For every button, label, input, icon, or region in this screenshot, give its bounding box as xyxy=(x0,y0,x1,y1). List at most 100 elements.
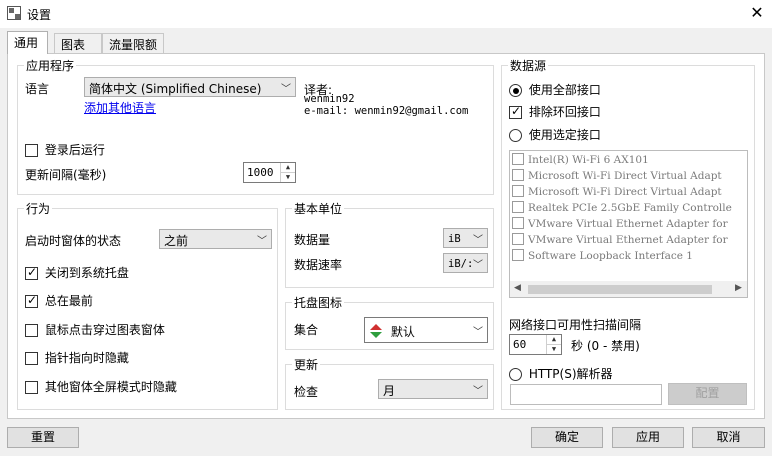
up-down-arrows-icon xyxy=(369,324,383,338)
update-check-label: 检查 xyxy=(294,385,319,399)
interface-list-scrollbar[interactable]: ◀ ▶ xyxy=(510,281,747,297)
apply-button[interactable]: 应用 xyxy=(612,427,684,448)
scrollbar-thumb[interactable] xyxy=(528,285,712,294)
rate-unit-value: iB/: xyxy=(448,258,474,270)
title-bar xyxy=(0,0,772,28)
click-through-checkbox[interactable] xyxy=(25,324,38,337)
update-interval-spinner[interactable]: 1000 ▲ ▼ xyxy=(243,162,296,183)
spin-up-icon[interactable]: ▲ xyxy=(281,163,295,173)
tab-chart[interactable]: 图表 xyxy=(54,33,102,53)
scroll-left-icon[interactable]: ◀ xyxy=(514,283,521,293)
interface-name: VMware Virtual Ethernet Adapter for xyxy=(528,218,728,230)
spin-down-icon[interactable]: ▼ xyxy=(281,173,295,183)
translator-name: wenmin92 xyxy=(304,93,355,105)
interface-checkbox[interactable] xyxy=(512,233,524,245)
add-language-link[interactable]: 添加其他语言 xyxy=(84,99,156,116)
group-title: 更新 xyxy=(292,356,321,373)
scan-interval-hint: 秒 (0 - 禁用) xyxy=(571,339,640,353)
exclude-loopback-label: 排除环回接口 xyxy=(528,105,601,119)
tray-set-select[interactable]: 默认 ﹀ xyxy=(364,317,488,343)
language-label: 语言 xyxy=(25,82,50,96)
startup-state-select[interactable]: 之前 ﹀ xyxy=(159,229,272,249)
close-icon[interactable]: ✕ xyxy=(745,1,769,25)
http-parser-input[interactable] xyxy=(510,384,662,405)
behavior-option-close-to-tray[interactable]: 关闭到系统托盘 xyxy=(25,264,129,281)
group-title: 数据源 xyxy=(508,57,549,74)
interface-checkbox[interactable] xyxy=(512,201,524,213)
group-units: 基本单位 xyxy=(285,200,494,288)
list-item[interactable]: VMware Virtual Ethernet Adapter for xyxy=(512,217,728,233)
interface-checkbox[interactable] xyxy=(512,217,524,229)
always-on-top-label: 总在最前 xyxy=(44,294,93,308)
use-all-interfaces-option[interactable]: 使用全部接口 xyxy=(509,81,601,98)
tab-general[interactable]: 通用 xyxy=(7,31,48,54)
ok-button[interactable]: 确定 xyxy=(531,427,603,448)
tray-set-label: 集合 xyxy=(294,323,319,337)
use-selected-radio[interactable] xyxy=(509,129,522,142)
interface-checkbox[interactable] xyxy=(512,169,524,181)
interface-list[interactable]: Intel(R) Wi-Fi 6 AX101 Microsoft Wi-Fi D… xyxy=(509,150,748,298)
use-selected-interfaces-option[interactable]: 使用选定接口 xyxy=(509,126,601,143)
behavior-option-click-through[interactable]: 鼠标点击穿过图表窗体 xyxy=(25,321,165,338)
rate-unit-select[interactable]: iB/: ﹀ xyxy=(443,253,488,273)
interface-name: Microsoft Wi-Fi Direct Virtual Adapt xyxy=(528,170,722,182)
run-on-login-checkbox[interactable] xyxy=(25,144,38,157)
app-icon xyxy=(7,6,21,20)
list-item[interactable]: VMware Virtual Ethernet Adapter for xyxy=(512,233,728,249)
behavior-option-hide-on-hover[interactable]: 指针指向时隐藏 xyxy=(25,349,129,366)
translator-email: e-mail: wenmin92@gmail.com xyxy=(304,105,469,117)
reset-button[interactable]: 重置 xyxy=(7,427,79,448)
scroll-right-icon[interactable]: ▶ xyxy=(735,283,742,293)
chevron-down-icon: ﹀ xyxy=(473,235,483,246)
tab-traffic-limit[interactable]: 流量限额 xyxy=(102,33,164,53)
list-item[interactable]: Intel(R) Wi-Fi 6 AX101 xyxy=(512,153,649,169)
behavior-option-always-on-top[interactable]: 总在最前 xyxy=(25,292,93,309)
chevron-down-icon: ﹀ xyxy=(257,236,267,247)
rate-unit-label: 数据速率 xyxy=(294,258,343,272)
list-item[interactable]: Realtek PCIe 2.5GbE Family Controlle xyxy=(512,201,732,217)
close-to-tray-checkbox[interactable] xyxy=(25,265,38,280)
update-check-select[interactable]: 月 ﹀ xyxy=(378,379,488,399)
interface-name: Software Loopback Interface 1 xyxy=(528,250,693,262)
hide-fullscreen-label: 其他窗体全屏模式时隐藏 xyxy=(44,380,177,394)
startup-state-value: 之前 xyxy=(164,234,189,248)
list-item[interactable]: Software Loopback Interface 1 xyxy=(512,249,693,265)
hide-fullscreen-checkbox[interactable] xyxy=(25,381,38,394)
always-on-top-checkbox[interactable] xyxy=(25,293,38,308)
list-item[interactable]: Microsoft Wi-Fi Direct Virtual Adapt xyxy=(512,169,722,185)
exclude-loopback-option[interactable]: 排除环回接口 xyxy=(509,103,601,120)
update-check-value: 月 xyxy=(383,384,396,398)
interface-checkbox[interactable] xyxy=(512,249,524,261)
window-title: 设置 xyxy=(27,8,52,22)
spinner-buttons: ▲ ▼ xyxy=(280,163,295,182)
configure-button[interactable]: 配置 xyxy=(668,383,747,405)
update-interval-value: 1000 xyxy=(247,166,274,179)
close-to-tray-label: 关闭到系统托盘 xyxy=(44,266,129,280)
hide-on-hover-label: 指针指向时隐藏 xyxy=(44,351,129,365)
language-select[interactable]: 简体中文 (Simplified Chinese) ﹀ xyxy=(84,77,296,97)
startup-state-label: 启动时窗体的状态 xyxy=(25,234,122,248)
exclude-loopback-checkbox[interactable] xyxy=(509,104,522,119)
chevron-down-icon: ﹀ xyxy=(473,327,483,338)
behavior-option-hide-fullscreen[interactable]: 其他窗体全屏模式时隐藏 xyxy=(25,378,177,395)
spin-down-icon[interactable]: ▼ xyxy=(547,345,561,355)
data-unit-select[interactable]: iB ﹀ xyxy=(443,228,488,248)
use-all-label: 使用全部接口 xyxy=(528,83,601,97)
scan-interval-spinner[interactable]: 60 ▲ ▼ xyxy=(509,334,562,355)
scan-interval-value: 60 xyxy=(513,338,527,351)
interface-name: Microsoft Wi-Fi Direct Virtual Adapt xyxy=(528,186,722,198)
list-item[interactable]: Microsoft Wi-Fi Direct Virtual Adapt xyxy=(512,185,722,201)
http-parser-option[interactable]: HTTP(S)解析器 xyxy=(509,365,613,382)
cancel-button[interactable]: 取消 xyxy=(692,427,765,448)
hide-on-hover-checkbox[interactable] xyxy=(25,352,38,365)
use-all-radio[interactable] xyxy=(509,84,522,97)
tray-set-value: 默认 xyxy=(390,325,415,339)
run-on-login-option[interactable]: 登录后运行 xyxy=(25,141,105,158)
interface-checkbox[interactable] xyxy=(512,185,524,197)
http-parser-radio[interactable] xyxy=(509,368,522,381)
group-title: 基本单位 xyxy=(292,200,345,217)
interface-checkbox[interactable] xyxy=(512,153,524,165)
spin-up-icon[interactable]: ▲ xyxy=(547,335,561,345)
chevron-down-icon: ﹀ xyxy=(281,84,291,95)
group-title: 托盘图标 xyxy=(292,294,345,311)
